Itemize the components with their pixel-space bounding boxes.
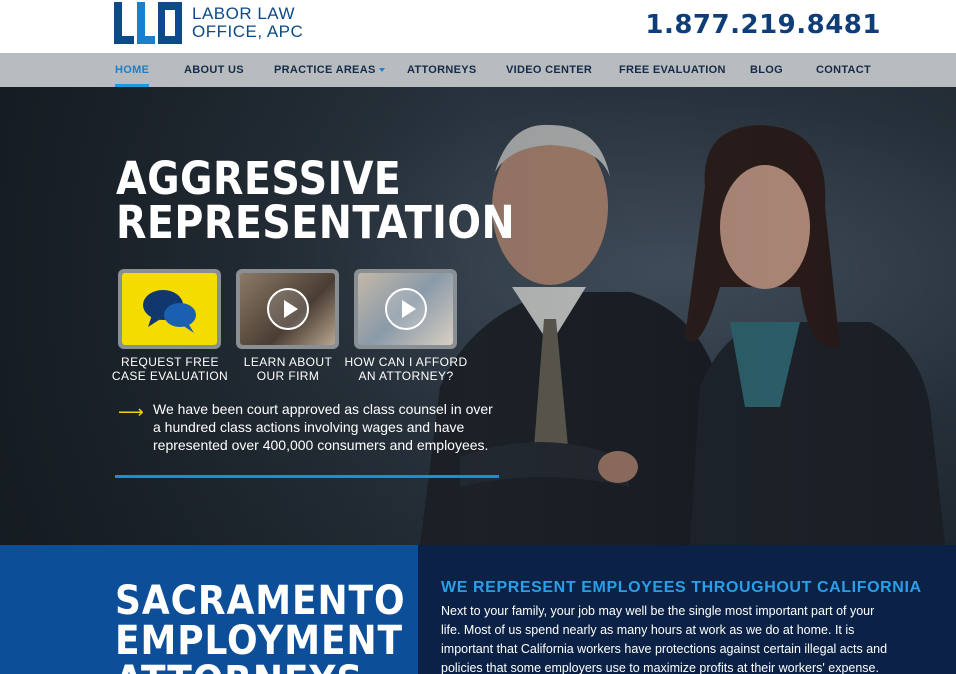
tile-afford-label-line-2: AN ATTORNEY? bbox=[358, 369, 454, 383]
hero-divider bbox=[115, 475, 499, 478]
tile-learn-label-line-2: OUR FIRM bbox=[256, 369, 320, 383]
site-logo[interactable]: LABOR LAW OFFICE, APC bbox=[114, 2, 303, 44]
tile-request-label-line-1: REQUEST FREE bbox=[121, 355, 219, 369]
logo-line-2: OFFICE, APC bbox=[192, 22, 304, 41]
nav-free-evaluation[interactable]: FREE EVALUATION bbox=[619, 53, 726, 87]
tile-learn-label-line-1: LEARN ABOUT bbox=[243, 355, 333, 369]
intro-paragraph: Next to your family, your job may well b… bbox=[441, 604, 888, 674]
logo-line-1: LABOR LAW bbox=[192, 4, 296, 23]
hero-banner: AGGRESSIVE REPRESENTATION REQUEST FREE C… bbox=[0, 87, 956, 545]
nav-contact[interactable]: CONTACT bbox=[816, 53, 871, 87]
tile-learn-image bbox=[240, 273, 335, 345]
tile-afford-label[interactable]: HOW CAN I AFFORD AN ATTORNEY? bbox=[341, 355, 471, 383]
caret-down-icon bbox=[378, 68, 385, 73]
intro-panel: WE REPRESENT EMPLOYEES THROUGHOUT CALIFO… bbox=[418, 545, 956, 674]
nav-about-us-label: ABOUT US bbox=[184, 64, 244, 76]
location-title: SACRAMENTO EMPLOYMENT ATTORNEYS bbox=[115, 581, 406, 674]
nav-attorneys-label: ATTORNEYS bbox=[407, 64, 477, 76]
main-nav: HOME ABOUT US PRACTICE AREAS ATTORNEYS V… bbox=[0, 53, 956, 87]
location-title-line-2: EMPLOYMENT bbox=[115, 618, 403, 664]
nav-practice-areas[interactable]: PRACTICE AREAS bbox=[274, 53, 385, 87]
tile-request-label-line-2: CASE EVALUATION bbox=[111, 369, 229, 383]
nav-video-center[interactable]: VIDEO CENTER bbox=[506, 53, 592, 87]
afford-attorney-tile[interactable] bbox=[354, 269, 457, 349]
nav-free-evaluation-label: FREE EVALUATION bbox=[619, 64, 726, 76]
tile-learn-label[interactable]: LEARN ABOUT OUR FIRM bbox=[223, 355, 353, 383]
nav-practice-areas-label: PRACTICE AREAS bbox=[274, 64, 376, 76]
play-icon bbox=[385, 288, 427, 330]
nav-home[interactable]: HOME bbox=[115, 53, 150, 87]
location-title-line-3: ATTORNEYS bbox=[115, 661, 406, 674]
phone-number[interactable]: 1.877.219.8481 bbox=[645, 10, 881, 40]
site-header: LABOR LAW OFFICE, APC 1.877.219.8481 bbox=[0, 0, 956, 53]
location-title-line-1: SACRAMENTO bbox=[115, 578, 406, 624]
location-panel: SACRAMENTO EMPLOYMENT ATTORNEYS bbox=[0, 545, 418, 674]
nav-blog[interactable]: BLOG bbox=[750, 53, 783, 87]
play-icon bbox=[267, 288, 309, 330]
hero-title-line-1: AGGRESSIVE bbox=[116, 152, 402, 205]
llo-logo-icon bbox=[114, 2, 182, 44]
tile-afford-label-line-1: HOW CAN I AFFORD bbox=[344, 355, 468, 369]
tile-afford-image bbox=[358, 273, 453, 345]
nav-contact-label: CONTACT bbox=[816, 64, 872, 76]
nav-blog-label: BLOG bbox=[750, 64, 783, 76]
tile-request-image bbox=[122, 273, 217, 345]
request-evaluation-tile[interactable] bbox=[118, 269, 221, 349]
nav-about-us[interactable]: ABOUT US bbox=[184, 53, 244, 87]
arrow-right-icon: ⟶ bbox=[118, 402, 144, 422]
hero-title: AGGRESSIVE REPRESENTATION bbox=[116, 152, 516, 249]
intro-heading: WE REPRESENT EMPLOYEES THROUGHOUT CALIFO… bbox=[441, 579, 922, 596]
learn-about-firm-tile[interactable] bbox=[236, 269, 339, 349]
nav-video-center-label: VIDEO CENTER bbox=[506, 64, 593, 76]
hero-statement: We have been court approved as class cou… bbox=[153, 401, 493, 453]
chat-bubbles-icon bbox=[143, 290, 196, 333]
logo-text: LABOR LAW OFFICE, APC bbox=[192, 5, 303, 41]
nav-home-label: HOME bbox=[115, 64, 150, 76]
tile-request-label[interactable]: REQUEST FREE CASE EVALUATION bbox=[105, 355, 235, 383]
hero-title-line-2: REPRESENTATION bbox=[116, 196, 516, 249]
nav-attorneys[interactable]: ATTORNEYS bbox=[407, 53, 477, 87]
